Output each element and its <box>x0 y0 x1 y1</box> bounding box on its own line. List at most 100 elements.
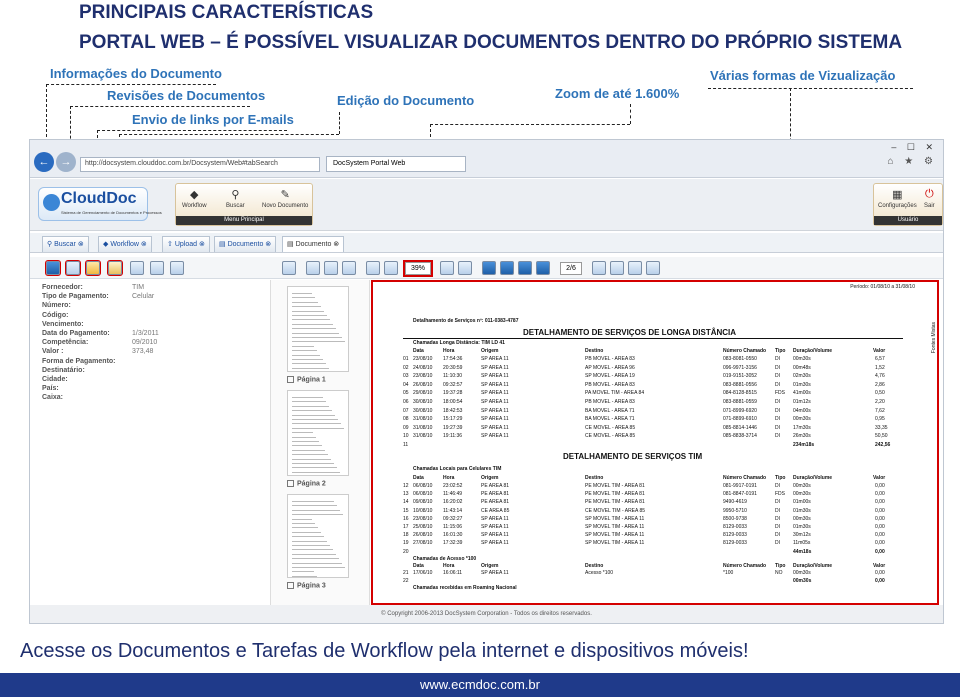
thumb-text-line <box>292 501 334 502</box>
table-cell: SP AREA 11 <box>481 532 509 539</box>
thumb-text-line <box>292 454 328 456</box>
table-cell: 084-8128-8515 <box>723 390 757 397</box>
main-menu: ◆ Workflow ⚲ Buscar ✎ Novo Documento Menu P… <box>175 183 313 226</box>
thumb-text-line <box>292 445 322 447</box>
novo-label: Novo Documento <box>262 203 309 209</box>
last-page-icon[interactable] <box>536 261 550 275</box>
table-cell: SP AREA 11 <box>481 381 509 388</box>
page-indicator[interactable]: 2/6 <box>560 262 582 275</box>
table-cell: DI <box>775 364 780 371</box>
field-label: Destinatário: <box>42 366 85 374</box>
table-cell: 085-8838-3714 <box>723 433 757 440</box>
buscar-button[interactable]: ⚲ Buscar <box>226 188 245 209</box>
table-cell: 09 <box>403 424 409 431</box>
tab-buscar[interactable]: ⚲ Buscar ⊗ <box>42 236 89 252</box>
field-label: País: <box>42 385 59 393</box>
table-cell: 01 <box>403 356 409 362</box>
edit-icon[interactable] <box>107 260 123 276</box>
checkout-icon[interactable] <box>130 261 144 275</box>
zoom-input[interactable]: 39% <box>403 260 433 277</box>
table-cell: SP AREA 11 <box>481 524 509 530</box>
callout-line <box>339 112 340 134</box>
zoom-in-icon[interactable] <box>384 261 398 275</box>
view-mode-1-icon[interactable] <box>592 261 606 275</box>
column-header: Tipo <box>775 562 786 569</box>
table-cell: PB MOVEL - AREA 83 <box>585 381 635 388</box>
table-cell: 0,00 <box>875 540 885 547</box>
tab-documento-1[interactable]: ▤ Documento ⊗ <box>214 236 277 252</box>
revisions-icon[interactable] <box>65 260 81 276</box>
tab-documento-2[interactable]: ▤ Documento ⊗ <box>282 236 345 252</box>
table-cell: 0,00 <box>875 499 885 506</box>
zoom-out-icon[interactable] <box>366 261 380 275</box>
thumb-text-line <box>292 367 329 369</box>
forward-icon[interactable]: → <box>56 152 76 172</box>
app-header: CloudDoc Sistema de Gerenciamento de Doc… <box>30 179 943 231</box>
rotate-left-icon[interactable] <box>440 261 454 275</box>
fit-width-icon[interactable] <box>324 261 338 275</box>
table-cell: 0,00 <box>875 507 885 514</box>
thumb-text-line <box>292 523 315 524</box>
column-header: Valor <box>873 348 886 354</box>
email-icon[interactable] <box>85 260 101 276</box>
table-cell: PE AREA 81 <box>481 483 510 489</box>
thumb-label[interactable]: Página 2 <box>287 480 326 487</box>
browser-tab[interactable]: DocSystem Portal Web <box>326 156 466 172</box>
tab-upload[interactable]: ⇧ Upload ⊗ <box>162 236 210 252</box>
window-controls[interactable]: – ☐ ✕ <box>891 142 937 153</box>
search-icon: ⚲ <box>231 189 240 201</box>
table-cell: DI <box>775 356 780 362</box>
table-cell: 8129-0033 <box>723 524 747 530</box>
thumb-text-line <box>292 414 335 416</box>
table-cell: SP AREA 11 <box>481 540 509 547</box>
thumb-label[interactable]: Página 3 <box>287 582 326 589</box>
column-header: Origem <box>481 475 499 481</box>
table-cell: SP AREA 11 <box>481 373 509 380</box>
thumbnails-icon[interactable] <box>282 261 296 275</box>
table-cell: 25/08/10 <box>413 524 433 530</box>
view-mode-2-icon[interactable] <box>610 261 624 275</box>
table-cell: DI <box>775 507 780 514</box>
thumb-text-line <box>292 540 327 542</box>
thumb-text-line <box>292 471 340 473</box>
field-label: Número: <box>42 302 71 310</box>
config-button[interactable]: ▦ Configurações <box>878 188 917 209</box>
next-page-icon[interactable] <box>518 261 532 275</box>
column-header: Tipo <box>775 475 786 481</box>
total-value: 0,00 <box>875 548 885 555</box>
checkin-icon[interactable] <box>150 261 164 275</box>
novo-documento-button[interactable]: ✎ Novo Documento <box>262 188 308 209</box>
page-thumbnail[interactable] <box>287 390 349 476</box>
first-page-icon[interactable] <box>482 261 496 275</box>
table-cell: 00m30s <box>793 515 811 522</box>
column-header: Hora <box>443 562 455 569</box>
table-cell: SP MOVEL TIM - AREA 11 <box>585 524 645 530</box>
browser-icons[interactable]: ⌂ ★ ⚙ <box>887 156 937 167</box>
table-cell: PE MOVEL TIM - AREA 81 <box>585 499 645 506</box>
thumb-label[interactable]: Página 1 <box>287 376 326 383</box>
page-thumbnail[interactable] <box>287 494 349 578</box>
view-mode-3-icon[interactable] <box>628 261 642 275</box>
view-mode-4-icon[interactable] <box>646 261 660 275</box>
thumb-text-line <box>292 536 324 538</box>
back-icon[interactable]: ← <box>34 152 54 172</box>
thumb-text-line <box>292 419 338 420</box>
rotate-right-icon[interactable] <box>458 261 472 275</box>
info-icon[interactable] <box>45 260 61 276</box>
thumb-text-line <box>292 397 323 398</box>
tab-workflow[interactable]: ◆ Workflow ⊗ <box>98 236 152 252</box>
table-cell: 00m30s <box>793 491 811 498</box>
table-cell: 17 <box>403 524 409 530</box>
sair-button[interactable]: ⏻ Sair <box>924 188 935 209</box>
fit-page-icon[interactable] <box>306 261 320 275</box>
document-ref: Detalhamento de Serviços nº: 011-0383-47… <box>413 318 519 324</box>
thumb-text-line <box>292 531 321 533</box>
table-cell: DI <box>775 407 780 414</box>
undo-icon[interactable] <box>170 261 184 275</box>
prev-page-icon[interactable] <box>500 261 514 275</box>
workflow-button[interactable]: ◆ Workflow <box>182 188 207 209</box>
page-thumbnail[interactable] <box>287 286 349 372</box>
address-bar[interactable]: http://docsystem.clouddoc.com.br/Docsyst… <box>80 157 320 172</box>
actual-size-icon[interactable] <box>342 261 356 275</box>
table-cell: DI <box>775 483 780 489</box>
